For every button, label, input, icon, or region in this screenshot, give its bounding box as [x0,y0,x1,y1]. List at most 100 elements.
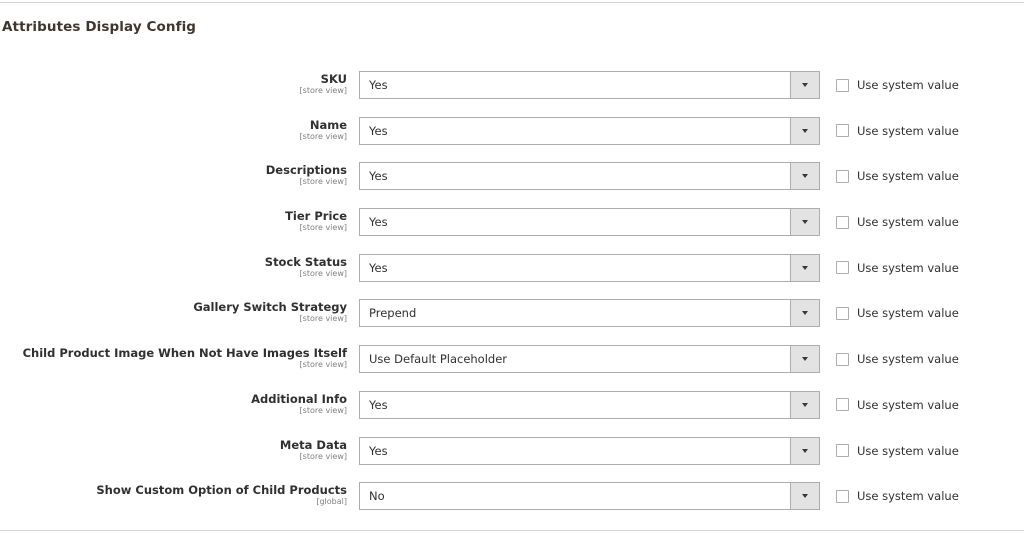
select-value: Prepend [369,306,417,321]
chevron-down-icon [802,448,808,453]
field-label: Descriptions [265,163,347,178]
use-system-value-toggle[interactable]: Use system value [836,261,959,275]
show-custom-option-select[interactable]: No [359,482,820,511]
field-label: Gallery Switch Strategy [193,300,347,315]
dropdown-button[interactable] [790,483,819,510]
dropdown-button[interactable] [790,346,819,373]
field-scope: [store view] [299,360,347,370]
dropdown-button[interactable] [790,300,819,327]
field-row-gallery-switch-strategy: Gallery Switch Strategy [store view] Pre… [0,298,1024,344]
chevron-down-icon [802,220,808,225]
use-system-value-toggle[interactable]: Use system value [836,169,959,183]
select-value: Yes [369,123,388,138]
dropdown-button[interactable] [790,437,819,464]
use-system-value-label: Use system value [857,123,959,138]
field-label-group: Meta Data [store view] [0,438,347,462]
use-system-value-label: Use system value [857,443,959,458]
use-system-value-checkbox[interactable] [836,444,849,457]
field-scope: [store view] [299,268,347,278]
field-label-group: Child Product Image When Not Have Images… [0,346,347,370]
field-label: Tier Price [285,209,347,224]
field-label-group: Show Custom Option of Child Products [gl… [0,483,347,507]
use-system-value-label: Use system value [857,215,959,230]
select-value: Yes [369,397,388,412]
use-system-value-checkbox[interactable] [836,169,849,183]
field-row-descriptions: Descriptions [store view] Yes Use system… [0,161,1024,207]
field-row-name: Name [store view] Yes Use system value [0,116,1024,162]
use-system-value-toggle[interactable]: Use system value [836,306,959,320]
chevron-down-icon [802,494,808,499]
dropdown-button[interactable] [790,391,819,418]
dropdown-button[interactable] [790,254,819,281]
use-system-value-checkbox[interactable] [836,398,849,412]
section-title: Attributes Display Config [2,19,197,35]
select-value: Yes [369,78,388,92]
field-label: Stock Status [264,254,347,269]
field-label: Meta Data [279,437,347,452]
dropdown-button[interactable] [790,72,819,98]
field-row-sku: SKU [store view] Yes Use system value [0,70,1024,116]
use-system-value-toggle[interactable]: Use system value [836,352,959,366]
field-scope: [store view] [299,86,347,95]
dropdown-button[interactable] [790,163,819,190]
field-scope: [global] [316,497,347,507]
field-scope: [store view] [299,314,347,324]
field-label-group: Stock Status [store view] [0,255,347,279]
use-system-value-toggle[interactable]: Use system value [836,215,959,229]
use-system-value-checkbox[interactable] [836,215,849,229]
chevron-down-icon [802,174,808,179]
config-form: SKU [store view] Yes Use system value Na… [0,70,1024,527]
dropdown-button[interactable] [790,209,819,236]
sku-select[interactable]: Yes [359,71,820,99]
use-system-value-label: Use system value [857,306,959,321]
use-system-value-toggle[interactable]: Use system value [836,398,959,412]
use-system-value-checkbox[interactable] [836,352,849,366]
select-value: Use Default Placeholder [369,352,508,367]
tier-price-select[interactable]: Yes [359,208,820,237]
gallery-switch-strategy-select[interactable]: Prepend [359,299,820,328]
field-scope: [store view] [299,451,347,461]
use-system-value-label: Use system value [857,352,959,367]
select-value: Yes [369,260,388,275]
select-value: Yes [369,443,388,458]
use-system-value-toggle[interactable]: Use system value [836,444,959,458]
field-row-tier-price: Tier Price [store view] Yes Use system v… [0,207,1024,253]
use-system-value-checkbox[interactable] [836,124,849,138]
use-system-value-checkbox[interactable] [836,261,849,275]
dropdown-button[interactable] [790,117,819,144]
field-row-meta-data: Meta Data [store view] Yes Use system va… [0,436,1024,482]
bottom-divider [0,530,1024,531]
descriptions-select[interactable]: Yes [359,162,820,191]
use-system-value-checkbox[interactable] [836,78,849,92]
child-product-image-select[interactable]: Use Default Placeholder [359,345,820,374]
use-system-value-toggle[interactable]: Use system value [836,78,959,92]
use-system-value-label: Use system value [857,260,959,275]
field-label: Additional Info [251,391,347,406]
use-system-value-toggle[interactable]: Use system value [836,489,959,503]
field-label: Show Custom Option of Child Products [96,483,347,498]
field-row-additional-info: Additional Info [store view] Yes Use sys… [0,390,1024,436]
top-divider [0,2,1024,3]
stock-status-select[interactable]: Yes [359,253,820,282]
field-label-group: Descriptions [store view] [0,163,347,187]
field-row-show-custom-option: Show Custom Option of Child Products [gl… [0,481,1024,527]
chevron-down-icon [802,402,808,407]
field-label-group: Gallery Switch Strategy [store view] [0,300,347,324]
field-row-stock-status: Stock Status [store view] Yes Use system… [0,253,1024,299]
name-select[interactable]: Yes [359,116,820,145]
chevron-down-icon [802,357,808,362]
use-system-value-label: Use system value [857,169,959,184]
select-value: Yes [369,215,388,230]
field-label-group: Additional Info [store view] [0,392,347,416]
use-system-value-checkbox[interactable] [836,489,849,503]
chevron-down-icon [802,265,808,270]
field-row-child-product-image: Child Product Image When Not Have Images… [0,344,1024,390]
field-scope: [store view] [299,131,347,141]
use-system-value-toggle[interactable]: Use system value [836,124,959,138]
select-value: No [369,489,385,504]
use-system-value-checkbox[interactable] [836,306,849,320]
chevron-down-icon [802,311,808,316]
field-label-group: Name [store view] [0,118,347,142]
additional-info-select[interactable]: Yes [359,390,820,419]
meta-data-select[interactable]: Yes [359,436,820,465]
